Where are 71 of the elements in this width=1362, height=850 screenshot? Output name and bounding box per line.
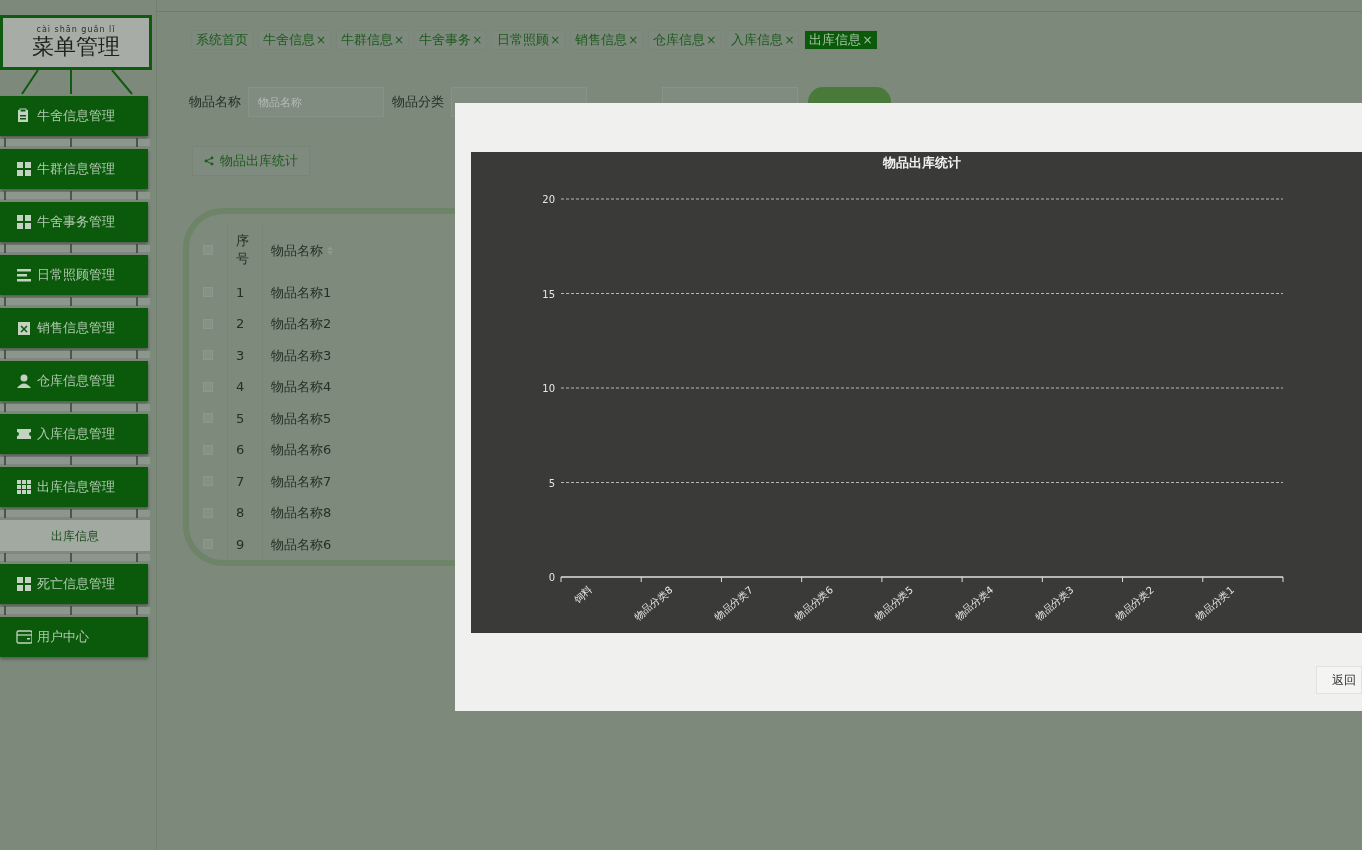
grid-icon bbox=[16, 479, 32, 495]
close-icon[interactable]: × bbox=[784, 31, 795, 49]
table-cell-text: 物品名称8 bbox=[271, 504, 332, 522]
column-header: 序号 bbox=[236, 232, 250, 269]
table-cell-text: 2 bbox=[236, 315, 245, 333]
table-cell-text: 7 bbox=[236, 472, 245, 491]
table-cell-text: 9 bbox=[236, 535, 245, 554]
axis-category-label: 饲料 bbox=[572, 584, 595, 606]
table-cell-text: 5 bbox=[236, 409, 245, 428]
sidebar-item[interactable]: 销售信息管理 bbox=[0, 308, 148, 348]
close-icon[interactable]: × bbox=[394, 31, 405, 49]
grid-icon bbox=[16, 161, 32, 177]
user-icon bbox=[16, 373, 32, 389]
axis-category-label: 物品分类4 bbox=[952, 584, 996, 623]
axis-category-label: 物品分类3 bbox=[1033, 584, 1076, 623]
axis-category-label: 物品分类7 bbox=[712, 584, 755, 623]
close-icon[interactable]: × bbox=[706, 31, 717, 49]
axis-category-label: 物品分类2 bbox=[1113, 584, 1156, 623]
close-icon[interactable]: × bbox=[550, 31, 561, 49]
sidebar-item[interactable]: 牛群信息管理 bbox=[0, 149, 148, 189]
sidebar-item[interactable]: 牛舍事务管理 bbox=[0, 202, 148, 242]
back-button[interactable]: 返回 bbox=[1316, 666, 1362, 694]
table-cell-text: 物品名称2 bbox=[271, 315, 332, 333]
field-label: 物品分类 bbox=[392, 93, 444, 112]
axis-category-label: 物品分类6 bbox=[792, 584, 836, 623]
submenu-item[interactable]: 出库信息 bbox=[0, 520, 150, 551]
menu-title: 菜单管理 bbox=[32, 34, 120, 60]
chart-title: 物品出库统计 bbox=[883, 155, 961, 170]
axis-tick-label: 10 bbox=[542, 383, 555, 394]
axis-tick-label: 15 bbox=[542, 288, 555, 300]
close-icon[interactable]: × bbox=[472, 31, 483, 49]
cross-box-icon bbox=[16, 320, 32, 336]
close-icon[interactable]: × bbox=[862, 31, 873, 49]
axis-category-label: 物品分类8 bbox=[632, 584, 675, 623]
sidebar-item[interactable]: 入库信息管理 bbox=[0, 414, 148, 454]
table-cell-text: 1 bbox=[236, 283, 245, 302]
ticket-icon bbox=[16, 426, 32, 442]
field-label: 物品名称 bbox=[189, 93, 241, 112]
table-cell-text: 物品名称1 bbox=[271, 283, 332, 302]
table-cell-text: 物品名称4 bbox=[271, 378, 332, 396]
table-cell-text: 物品名称7 bbox=[271, 472, 332, 491]
axis-category-label: 物品分类1 bbox=[1193, 584, 1237, 623]
sidebar-item[interactable]: 用户中心 bbox=[0, 617, 148, 657]
sidebar-item[interactable]: 牛舍信息管理 bbox=[0, 96, 148, 136]
axis-tick-label: 5 bbox=[548, 477, 555, 489]
table-cell-text: 物品名称5 bbox=[271, 409, 332, 428]
close-icon[interactable]: × bbox=[316, 31, 327, 49]
table-cell-text: 4 bbox=[236, 378, 245, 396]
menu-title-pinyin: cài shān guǎn lǐ bbox=[36, 25, 116, 34]
sidebar-item[interactable]: 死亡信息管理 bbox=[0, 564, 148, 604]
close-icon[interactable]: × bbox=[628, 31, 639, 49]
stats-button[interactable]: 物品出库统计 bbox=[192, 146, 310, 176]
grid-icon bbox=[16, 214, 32, 230]
table-cell-text: 物品名称6 bbox=[271, 441, 332, 459]
axis-category-label: 物品分类5 bbox=[872, 584, 916, 623]
table-cell-text: 8 bbox=[236, 504, 245, 522]
grid-icon bbox=[16, 576, 32, 592]
axis-tick-label: 0 bbox=[548, 572, 555, 583]
table-cell-text: 物品名称3 bbox=[271, 346, 332, 365]
tab[interactable]: 出库信息× bbox=[804, 30, 878, 50]
axis-tick-label: 20 bbox=[542, 194, 555, 205]
sidebar-item[interactable]: 仓库信息管理 bbox=[0, 361, 148, 401]
sidebar-item[interactable]: 出库信息管理 bbox=[0, 467, 148, 507]
table-cell-text: 6 bbox=[236, 441, 245, 459]
table-cell-text: 物品名称6 bbox=[271, 535, 332, 554]
wallet-icon bbox=[16, 629, 32, 645]
column-header: 物品名称 bbox=[271, 241, 323, 260]
table-cell-text: 3 bbox=[236, 346, 245, 365]
share-icon bbox=[204, 156, 214, 166]
list-icon bbox=[16, 267, 32, 283]
sidebar-item[interactable]: 日常照顾管理 bbox=[0, 255, 148, 295]
